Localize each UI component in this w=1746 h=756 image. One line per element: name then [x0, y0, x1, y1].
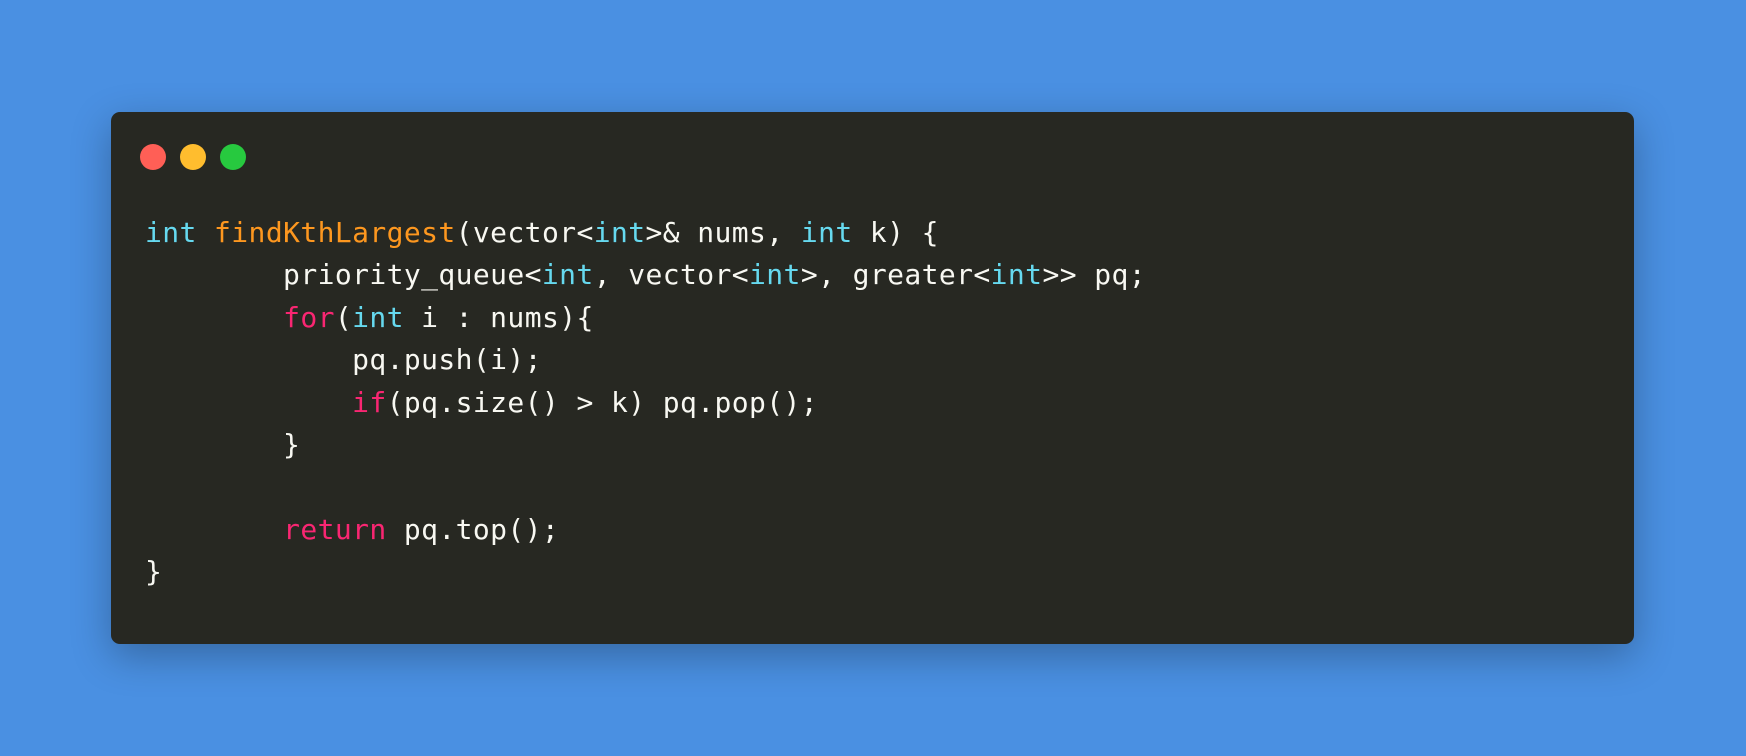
code-token-func: findKthLargest: [214, 216, 456, 249]
code-line: return pq.top();: [145, 509, 1146, 551]
code-line: }: [145, 551, 1146, 593]
code-token-plain: }: [145, 555, 163, 589]
code-line: priority_queue<int, vector<int>, greater…: [145, 254, 1146, 296]
code-token-plain: i : nums){: [403, 300, 594, 334]
code-token-plain: pq.push(i);: [145, 343, 542, 377]
code-token-type: int: [541, 258, 594, 292]
code-token-type: int: [593, 216, 646, 249]
code-token-kw: if: [352, 385, 387, 419]
code-token-plain: pq.top();: [386, 512, 560, 546]
code-token-type: int: [800, 216, 853, 249]
code-line: pq.push(i);: [145, 339, 1146, 381]
code-window: int findKthLargest(vector<int>& nums, in…: [111, 112, 1634, 644]
code-token-plain: priority_queue<: [145, 258, 542, 292]
window-controls: [140, 144, 246, 170]
code-token-type: int: [145, 216, 197, 249]
maximize-button[interactable]: [220, 144, 246, 170]
close-button[interactable]: [140, 144, 166, 170]
code-token-type: int: [352, 300, 404, 334]
code-line: }: [145, 424, 1146, 466]
code-block: int findKthLargest(vector<int>& nums, in…: [145, 212, 1146, 594]
code-line: int findKthLargest(vector<int>& nums, in…: [145, 212, 1146, 254]
code-token-plain: }: [145, 427, 301, 461]
code-token-plain: >> pq;: [1042, 258, 1146, 292]
code-token-plain: (vector<: [455, 216, 594, 249]
code-token-plain: >, greater<: [800, 258, 991, 292]
code-token-plain: k) {: [852, 216, 939, 249]
code-token-type: int: [749, 258, 801, 292]
minimize-button[interactable]: [180, 144, 206, 170]
code-token-plain: (: [334, 300, 353, 334]
code-token-plain: >& nums,: [645, 216, 801, 249]
code-token-plain: , vector<: [593, 258, 750, 292]
code-token-kw: for: [283, 300, 335, 334]
code-token-kw: return: [283, 512, 387, 546]
code-token-type: int: [990, 258, 1043, 292]
code-token-plain: (pq.size() > k) pq.pop();: [386, 385, 819, 419]
code-line: if(pq.size() > k) pq.pop();: [145, 382, 1146, 424]
code-line: for(int i : nums){: [145, 297, 1146, 339]
